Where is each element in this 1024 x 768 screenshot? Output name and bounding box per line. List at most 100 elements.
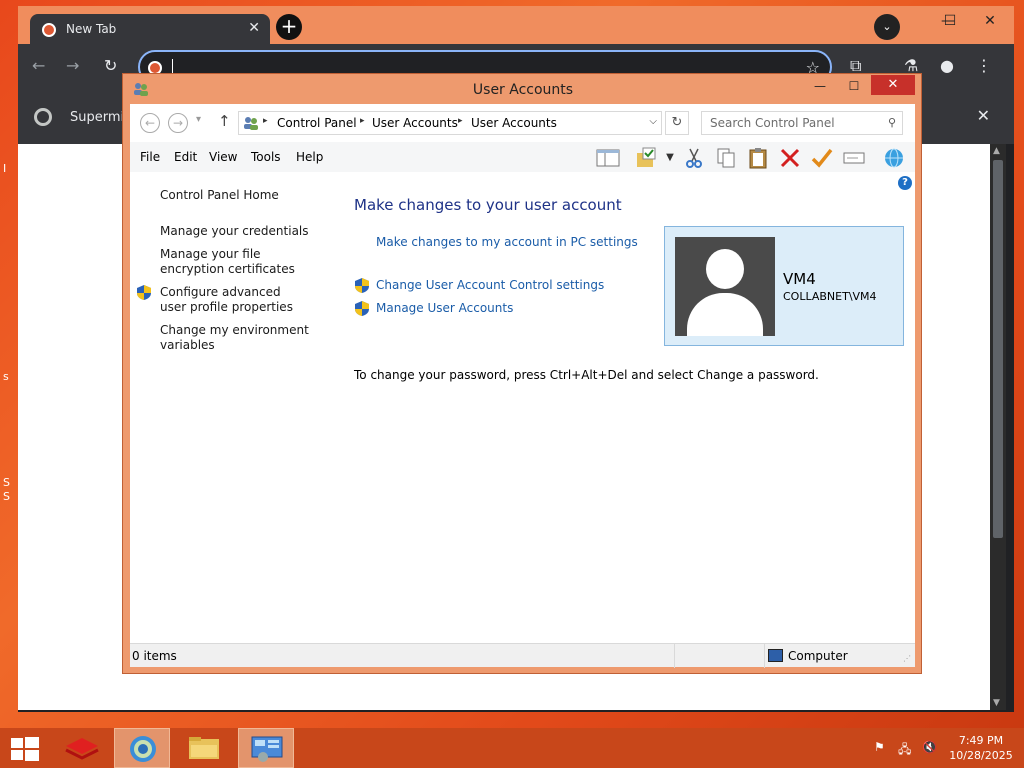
uac-shield-icon [355, 301, 369, 316]
chrome-icon [130, 736, 156, 762]
menu-file[interactable]: File [140, 150, 160, 164]
uac-shield-icon [355, 278, 369, 293]
desktop-text-fragment: S [3, 476, 10, 489]
control-panel-icon [251, 736, 283, 762]
tab-strip: New Tab ✕ + ⌄ — ☐ ✕ [18, 6, 1014, 46]
user-accounts-window: User Accounts — ☐ ✕ ← → ▾ ↑ ▸ Control Pa… [122, 73, 922, 674]
configure-profile-properties-link[interactable]: Configure advanced user profile properti… [160, 285, 310, 315]
toolbar-dropdown-icon[interactable]: ▼ [658, 147, 682, 169]
scrollbar-thumb[interactable] [993, 160, 1003, 538]
menu-view[interactable]: View [209, 150, 237, 164]
browser-close-button[interactable]: ✕ [968, 6, 1012, 36]
windows-logo-icon [11, 737, 39, 761]
address-bar-row: ← → ▾ ↑ ▸ Control Panel ▸ User Accounts … [130, 104, 915, 142]
user-name: VM4 [783, 270, 816, 288]
resize-grip-icon[interactable]: ⋰ [903, 654, 911, 663]
kebab-menu-icon[interactable]: ⋮ [976, 56, 992, 75]
volume-muted-icon[interactable]: 🔇 [922, 740, 937, 754]
breadcrumb[interactable]: ▸ Control Panel ▸ User Accounts ▸ User A… [238, 111, 662, 135]
app-icon [65, 738, 99, 760]
manage-user-accounts-link[interactable]: Manage User Accounts [376, 301, 513, 315]
recent-locations-icon[interactable]: ▾ [196, 114, 201, 125]
menu-tools[interactable]: Tools [251, 150, 281, 164]
status-bar: 0 items Computer ⋰ [130, 643, 915, 668]
cut-icon[interactable] [682, 147, 706, 169]
globe-icon[interactable] [882, 147, 906, 169]
tab-close-icon[interactable]: ✕ [248, 20, 260, 36]
search-placeholder: Search Control Panel [710, 116, 835, 130]
tab-title: New Tab [66, 22, 117, 36]
taskbar-chrome-button[interactable] [114, 728, 170, 768]
taskbar-control-panel-button[interactable] [238, 728, 294, 768]
network-icon[interactable]: 🖧 [898, 740, 911, 761]
user-accounts-icon [244, 117, 258, 130]
menu-help[interactable]: Help [296, 150, 323, 164]
action-center-flag-icon[interactable]: ⚑ [874, 740, 885, 754]
forward-arrow-icon[interactable]: → [66, 56, 79, 75]
avatar-body [687, 293, 763, 336]
start-button[interactable] [0, 728, 56, 768]
clock-time: 7:49 PM [958, 734, 1004, 747]
breadcrumb-user-accounts-current[interactable]: User Accounts [471, 116, 557, 130]
delete-icon[interactable] [778, 147, 802, 169]
uac-settings-link[interactable]: Change User Account Control settings [376, 278, 604, 292]
window-close-button[interactable]: ✕ [871, 75, 915, 95]
tab-new-tab[interactable]: New Tab ✕ [30, 14, 270, 46]
manage-encryption-certificates-link[interactable]: Manage your file encryption certificates [160, 247, 320, 277]
new-tab-button[interactable]: + [276, 14, 302, 40]
scroll-down-arrow-icon[interactable]: ▼ [993, 698, 1000, 708]
change-environment-variables-link[interactable]: Change my environment variables [160, 323, 310, 353]
breadcrumb-user-accounts[interactable]: User Accounts [372, 116, 458, 130]
refresh-button[interactable]: ↻ [665, 111, 689, 135]
manage-credentials-link[interactable]: Manage your credentials [160, 224, 309, 239]
status-divider [674, 644, 675, 668]
up-arrow-icon[interactable]: ↑ [218, 112, 231, 130]
item-count: 0 items [132, 649, 177, 663]
taskbar: ⚑ 🖧 🔇 7:49 PM 10/28/2025 [0, 728, 1024, 768]
user-domain: COLLABNET\VM4 [783, 290, 877, 303]
file-explorer-icon [189, 737, 219, 759]
reload-icon[interactable]: ↻ [104, 56, 117, 75]
menu-edit[interactable]: Edit [174, 150, 197, 164]
bookmark-bar-close-icon[interactable]: ✕ [977, 106, 990, 125]
window-client-area: ← → ▾ ↑ ▸ Control Panel ▸ User Accounts … [130, 104, 915, 668]
tab-search-button[interactable]: ⌄ [874, 14, 900, 40]
preview-pane-icon[interactable] [596, 147, 620, 169]
user-account-tile: VM4 COLLABNET\VM4 [664, 226, 904, 346]
back-arrow-icon[interactable]: ← [32, 56, 45, 75]
address-dropdown-icon[interactable]: ⌵ [649, 116, 657, 127]
profile-icon[interactable]: ● [940, 56, 954, 75]
taskbar-clock[interactable]: 7:49 PM 10/28/2025 [948, 733, 1014, 763]
control-panel-home-link[interactable]: Control Panel Home [160, 188, 279, 203]
search-input[interactable]: Search Control Panel ⚲ [701, 111, 903, 135]
help-icon[interactable]: ? [898, 176, 912, 190]
breadcrumb-separator-icon[interactable]: ▸ [458, 116, 463, 126]
window-maximize-button[interactable]: ☐ [839, 76, 869, 96]
page-title: Make changes to your user account [354, 196, 622, 214]
copy-icon[interactable] [714, 147, 738, 169]
taskbar-file-explorer-button[interactable] [176, 728, 232, 768]
window-title: User Accounts [472, 82, 574, 98]
taskbar-app-button[interactable] [56, 728, 112, 768]
window-minimize-button[interactable]: — [805, 76, 835, 96]
browser-maximize-button[interactable]: ☐ [928, 6, 972, 36]
status-divider [764, 644, 765, 668]
clock-date: 10/28/2025 [949, 749, 1013, 762]
back-button[interactable]: ← [140, 113, 160, 133]
scroll-up-arrow-icon[interactable]: ▲ [993, 146, 1000, 156]
breadcrumb-separator-icon[interactable]: ▸ [263, 116, 268, 126]
rename-icon[interactable] [842, 147, 866, 169]
pc-settings-link[interactable]: Make changes to my account in PC setting… [376, 235, 638, 249]
avatar-head [706, 249, 744, 289]
desktop-text-fragment: I [3, 162, 7, 175]
forward-button[interactable]: → [168, 113, 188, 133]
desktop-text-fragment: S [3, 490, 10, 503]
browser-scrollbar[interactable]: ▲ ▼ [990, 144, 1006, 710]
search-icon: ⚲ [887, 116, 896, 129]
breadcrumb-control-panel[interactable]: Control Panel [277, 116, 357, 130]
folder-properties-icon[interactable] [634, 147, 658, 169]
paste-icon[interactable] [746, 147, 770, 169]
password-instructions: To change your password, press Ctrl+Alt+… [354, 368, 819, 382]
breadcrumb-separator-icon[interactable]: ▸ [360, 116, 365, 126]
checkmark-icon[interactable] [810, 147, 834, 169]
